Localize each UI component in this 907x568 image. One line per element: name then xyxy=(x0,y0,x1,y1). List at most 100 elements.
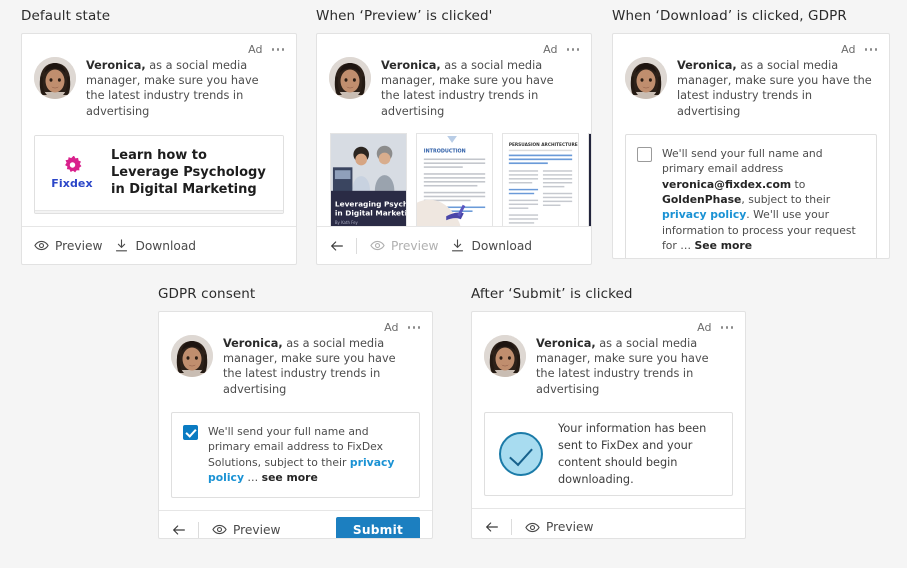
download-button[interactable]: Download xyxy=(114,238,196,253)
consent-text: We'll send your full name and primary em… xyxy=(208,424,407,486)
ad-card-gdpr-checked: Ad Veronica, as a social media manager, … xyxy=(158,311,433,539)
ad-card-gdpr-unchecked: Ad Veronica, as a social media manager, … xyxy=(612,33,890,259)
consent-ellipsis: … xyxy=(680,239,695,253)
download-label: Download xyxy=(135,238,197,253)
document-footer: Fixdex · 1,427 followers PDF xyxy=(35,209,283,213)
consent-company: GoldenPhase xyxy=(662,193,742,207)
arrow-left-icon xyxy=(331,240,343,251)
ad-intro-text: Veronica, as a social media manager, mak… xyxy=(677,57,877,119)
preview-label: Preview xyxy=(546,520,594,535)
panel-download-gdpr: When ‘Download’ is clicked, GDPR Ad Vero… xyxy=(612,8,890,259)
ad-card-default: Ad Veronica, as a social media manager, … xyxy=(21,33,297,265)
carousel-slide-introduction[interactable]: INTRODUCTION xyxy=(416,132,493,226)
document-preview-carousel[interactable]: Leveraging Psycholog in Digital Marketin… xyxy=(317,125,591,226)
back-button[interactable] xyxy=(329,237,357,254)
eye-icon xyxy=(34,240,49,251)
ellipsis-icon[interactable] xyxy=(720,326,733,329)
ad-intro: Veronica, as a social media manager, mak… xyxy=(625,44,877,119)
preview-label: Preview xyxy=(233,522,281,537)
panel-title: When ‘Preview’ is clicked' xyxy=(316,8,493,24)
back-button[interactable] xyxy=(484,519,512,536)
ad-header: Ad Veronica, as a social media manager, … xyxy=(159,312,432,403)
svg-text:in Digital Marketing: in Digital Marketing xyxy=(335,208,406,217)
avatar[interactable] xyxy=(34,57,76,99)
document-module[interactable]: Fixdex Learn how to Leverage Psychology … xyxy=(34,134,284,214)
download-icon xyxy=(116,239,128,252)
carousel-slide-cover[interactable]: Leveraging Psycholog in Digital Marketin… xyxy=(330,132,407,226)
ad-meta: Ad xyxy=(248,43,284,56)
action-bar: Preview Submit xyxy=(159,510,432,538)
ad-recipient-name: Veronica, xyxy=(86,59,146,72)
panel-title: When ‘Download’ is clicked, GDPR xyxy=(612,8,847,24)
ellipsis-icon[interactable] xyxy=(407,326,420,329)
check-circle-icon xyxy=(499,431,543,476)
action-bar: Preview xyxy=(472,507,745,538)
avatar[interactable] xyxy=(484,335,526,377)
avatar-photo xyxy=(484,335,526,377)
consent-part3: , subject to their xyxy=(741,193,831,207)
ad-intro-text: Veronica, as a social media manager, mak… xyxy=(86,57,284,119)
preview-label: Preview xyxy=(391,238,439,253)
ad-recipient-name: Veronica, xyxy=(536,337,596,350)
ad-intro-text: Veronica, as a social media manager, mak… xyxy=(223,335,420,397)
submit-button[interactable]: Submit xyxy=(335,516,420,538)
brand-name: Fixdex xyxy=(51,177,93,191)
preview-label: Preview xyxy=(55,238,103,253)
ad-label: Ad xyxy=(841,43,856,56)
preview-button[interactable]: Preview xyxy=(370,238,438,253)
persuasion-dark-slide-image: PERSUA xyxy=(589,133,591,226)
ad-header: Ad Veronica, as a social media manager, … xyxy=(22,34,296,125)
action-bar: Preview Download xyxy=(317,226,591,264)
panel-default-state: Default state Ad Veronica, as a social m… xyxy=(21,8,297,265)
ellipsis-icon[interactable] xyxy=(271,48,284,51)
back-button[interactable] xyxy=(171,521,199,538)
svg-text:By Kath Fey: By Kath Fey xyxy=(335,220,359,225)
document-title: Learn how to Leverage Psychology in Digi… xyxy=(111,147,266,197)
document-summary: Fixdex Learn how to Leverage Psychology … xyxy=(35,135,283,210)
action-bar: Preview Download xyxy=(22,226,296,264)
see-more-link[interactable]: see more xyxy=(262,471,318,484)
consent-part1: We'll send your full name and primary em… xyxy=(662,146,823,176)
avatar[interactable] xyxy=(329,57,371,99)
see-more-link[interactable]: See more xyxy=(695,239,753,252)
carousel-slide-persuasion[interactable]: PERSUASION ARCHITECTURE xyxy=(502,132,579,226)
preview-button[interactable]: Preview xyxy=(212,522,280,537)
success-message: Your information has been sent to FixDex… xyxy=(558,421,707,486)
ad-intro: Veronica, as a social media manager, mak… xyxy=(171,322,420,397)
arrow-left-icon xyxy=(486,522,498,532)
ad-intro: Veronica, as a social media manager, mak… xyxy=(34,44,284,119)
ad-recipient-name: Veronica, xyxy=(223,337,283,350)
carousel-slide-persuasion-dark[interactable]: PERSUA xyxy=(588,132,591,226)
avatar[interactable] xyxy=(625,57,667,99)
persuasion-architecture-slide-image: PERSUASION ARCHITECTURE xyxy=(503,133,578,226)
avatar-photo xyxy=(329,57,371,99)
consent-part2: … xyxy=(244,471,262,485)
consent-checkbox[interactable] xyxy=(637,146,652,162)
preview-button[interactable]: Preview xyxy=(525,520,593,535)
ad-meta: Ad xyxy=(841,43,877,56)
eye-icon xyxy=(212,525,227,535)
download-button[interactable]: Download xyxy=(450,238,532,253)
consent-text: We'll send your full name and primary em… xyxy=(662,146,864,254)
ad-meta: Ad xyxy=(384,321,420,334)
panel-title: After ‘Submit’ is clicked xyxy=(471,286,633,302)
ad-intro: Veronica, as a social media manager, mak… xyxy=(329,44,579,119)
gdpr-consent-box: We'll send your full name and primary em… xyxy=(625,133,877,258)
ad-label: Ad xyxy=(384,321,399,334)
consent-checkbox[interactable] xyxy=(183,424,198,440)
avatar[interactable] xyxy=(171,335,213,377)
consent-part2: to xyxy=(791,177,806,191)
download-icon xyxy=(452,239,464,252)
panel-after-submit: After ‘Submit’ is clicked Ad Veronica, a… xyxy=(471,286,746,539)
success-box: Your information has been sent to FixDex… xyxy=(484,411,733,496)
ad-header: Ad Veronica, as a social media manager, … xyxy=(317,34,591,125)
ellipsis-icon[interactable] xyxy=(864,48,877,51)
ad-recipient-name: Veronica, xyxy=(381,59,441,72)
cover-slide-image: Leveraging Psycholog in Digital Marketin… xyxy=(331,133,406,226)
panel-title: GDPR consent xyxy=(158,286,256,302)
ad-meta: Ad xyxy=(697,321,733,334)
ellipsis-icon[interactable] xyxy=(566,48,579,51)
preview-button[interactable]: Preview xyxy=(34,238,102,253)
privacy-policy-link[interactable]: privacy policy xyxy=(662,208,746,221)
eye-icon xyxy=(370,240,385,251)
